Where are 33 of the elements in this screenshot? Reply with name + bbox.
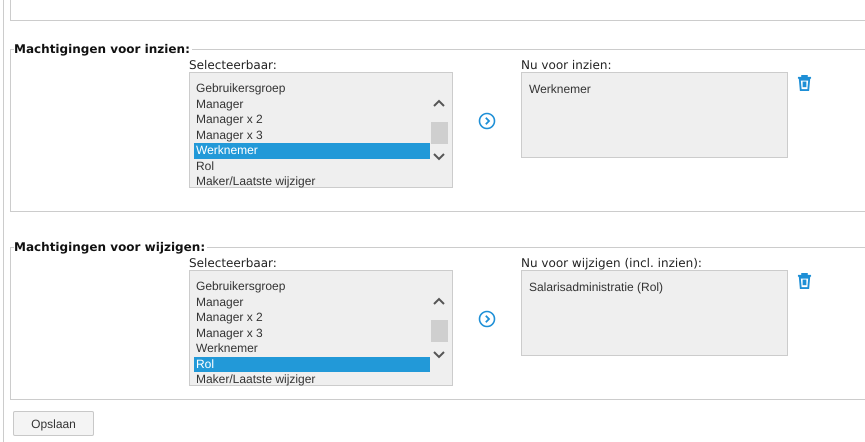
list-option[interactable]: Werknemer [194,341,430,356]
list-option[interactable]: Gebruikersgroep [194,81,430,96]
available-listbox[interactable]: Gebruikersgroep Manager Manager x 2 Manager x 3 Werknemer Rol Maker/Laatste wijziger [189,72,453,188]
list-option[interactable]: Manager x 2 [194,310,430,326]
section-legend: Machtigingen voor wijzigen: [14,240,208,254]
scrollbar-thumb[interactable] [430,122,448,144]
trash-icon[interactable] [797,74,812,91]
scroll-up-icon[interactable] [432,98,446,108]
list-option[interactable]: Manager [194,96,430,112]
available-listbox[interactable]: Gebruikersgroep Manager Manager x 2 Manager x 3 Werknemer Rol Maker/Laatste wijziger [189,270,453,386]
scroll-down-icon[interactable] [432,152,446,162]
list-option[interactable]: Manager [194,294,430,310]
trash-icon[interactable] [797,272,812,289]
scroll-down-icon[interactable] [432,350,446,360]
list-option[interactable]: Maker/Laatste wijziger [194,372,430,388]
scroll-up-icon[interactable] [432,296,446,306]
list-label: Selecteerbaar: [189,58,278,72]
list-label: Nu voor wijzigen (incl. inzien): [521,256,703,270]
list-option[interactable]: Werknemer [529,82,780,96]
scrollbar-thumb[interactable] [430,320,448,342]
list-option[interactable]: Manager x 3 [194,128,430,143]
selected-listbox[interactable]: Salarisadministratie (Rol) [521,270,788,356]
selected-listbox[interactable]: Werknemer [521,72,788,158]
list-option[interactable]: Rol [194,158,430,174]
list-option[interactable]: Salarisadministratie (Rol) [529,280,780,294]
section-legend: Machtigingen voor inzien: [14,42,192,56]
list-option[interactable]: Manager x 3 [194,326,430,341]
save-button[interactable]: Opslaan [13,411,94,436]
list-label: Nu voor inzien: [521,58,613,72]
list-option[interactable]: Manager x 2 [194,112,430,128]
list-label: Selecteerbaar: [189,256,278,270]
list-option[interactable]: Gebruikersgroep [194,279,430,294]
list-option[interactable]: Maker/Laatste wijziger [194,174,430,190]
